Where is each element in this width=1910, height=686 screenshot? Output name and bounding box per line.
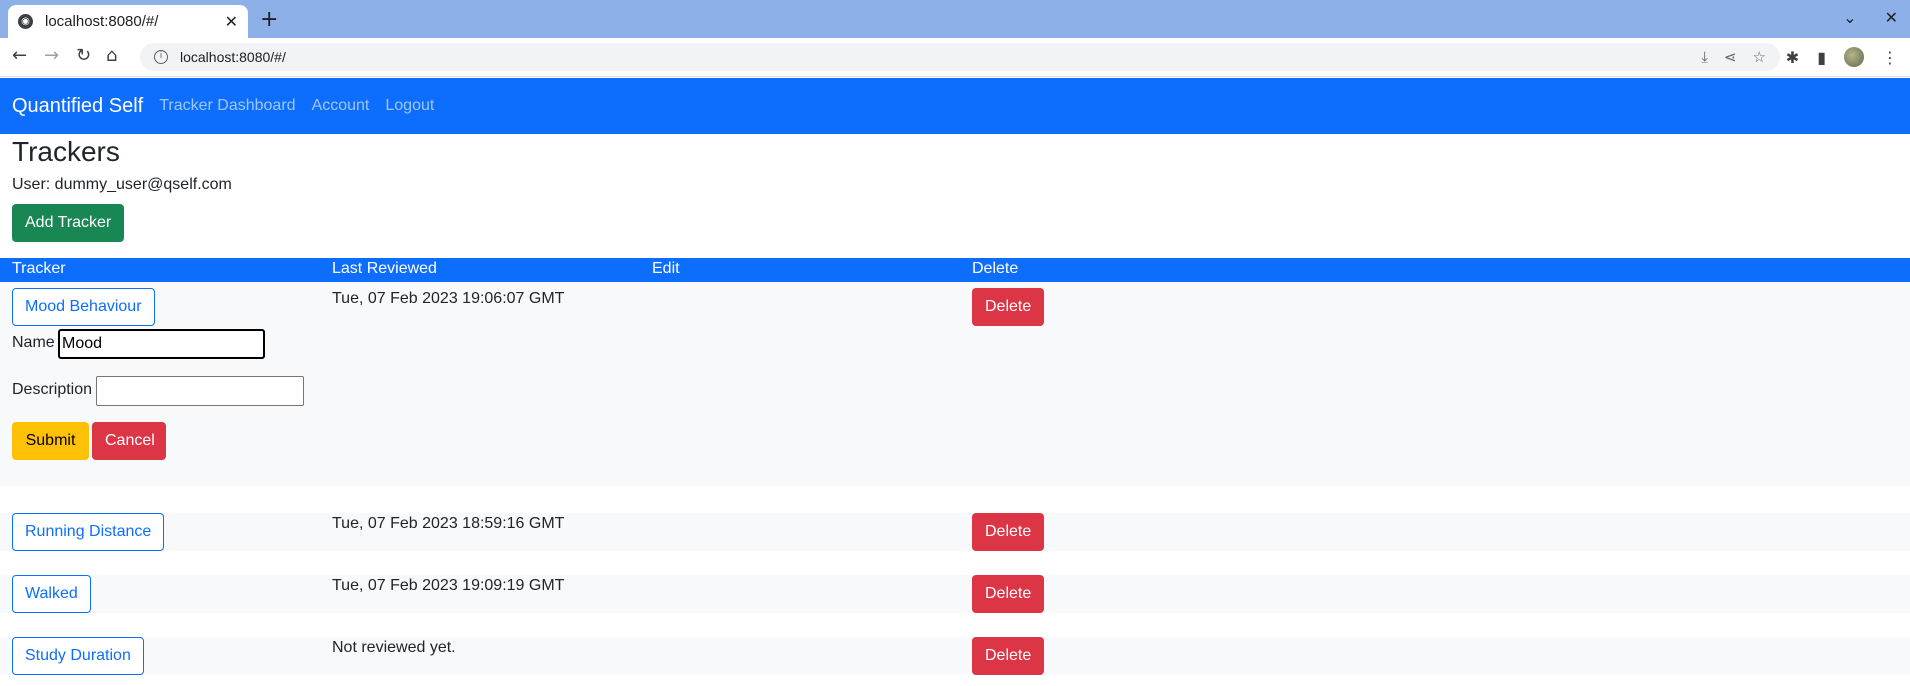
table-row: Walked Tue, 07 Feb 2023 19:09:19 GMT Del… <box>0 575 1910 613</box>
reload-icon[interactable]: ↻ <box>76 45 91 66</box>
globe-icon: ◉ <box>18 14 33 29</box>
last-reviewed-value: Tue, 07 Feb 2023 18:59:16 GMT <box>332 515 565 532</box>
side-panel-icon[interactable]: ▮ <box>1817 48 1826 67</box>
tracker-button-walked[interactable]: Walked <box>12 575 91 613</box>
name-input[interactable] <box>58 329 265 359</box>
tracker-button-mood-behaviour[interactable]: Mood Behaviour <box>12 288 155 326</box>
delete-button[interactable]: Delete <box>972 288 1045 326</box>
description-input[interactable] <box>96 376 304 406</box>
tab-search-icon[interactable]: ⌄ <box>1843 8 1856 27</box>
forward-icon[interactable]: → <box>44 45 59 66</box>
submit-button[interactable]: Submit <box>12 422 89 460</box>
last-reviewed-value: Tue, 07 Feb 2023 19:06:07 GMT <box>332 290 565 307</box>
url-text[interactable]: localhost:8080/#/ <box>180 49 1701 65</box>
last-reviewed-value: Not reviewed yet. <box>332 639 456 656</box>
browser-tab[interactable]: ◉ localhost:8080/#/ ✕ <box>8 5 248 38</box>
table-row: Mood Behaviour Tue, 07 Feb 2023 19:06:07… <box>0 282 1910 486</box>
user-email-line: User: dummy_user@qself.com <box>12 176 232 193</box>
navbar-brand[interactable]: Quantified Self <box>12 95 143 118</box>
back-icon[interactable]: ← <box>12 45 27 66</box>
app-navbar: Quantified Self Tracker Dashboard Accoun… <box>0 78 1910 134</box>
nav-link-logout[interactable]: Logout <box>385 97 434 115</box>
header-delete: Delete <box>972 260 1019 277</box>
page-title: Trackers <box>12 136 120 167</box>
profile-avatar[interactable] <box>1844 47 1864 67</box>
header-tracker: Tracker <box>12 260 66 277</box>
delete-button[interactable]: Delete <box>972 513 1045 551</box>
extensions-icon[interactable]: ✱ <box>1786 48 1799 67</box>
menu-kebab-icon[interactable]: ⋮ <box>1882 48 1898 67</box>
site-info-icon[interactable]: i <box>154 50 168 64</box>
add-tracker-button[interactable]: Add Tracker <box>12 204 125 242</box>
delete-button[interactable]: Delete <box>972 575 1045 613</box>
install-icon[interactable]: ⤓ <box>1701 48 1708 66</box>
window-close-icon[interactable]: ✕ <box>1885 8 1898 27</box>
header-last-reviewed: Last Reviewed <box>332 260 437 277</box>
new-tab-icon[interactable]: + <box>260 7 278 32</box>
cancel-button[interactable]: Cancel <box>92 422 166 460</box>
browser-toolbar: ← → ↻ ⌂ i localhost:8080/#/ ⤓ ⋖ ☆ ✱ ▮ ⋮ <box>0 38 1910 77</box>
delete-button[interactable]: Delete <box>972 637 1045 675</box>
home-icon[interactable]: ⌂ <box>106 45 117 66</box>
browser-tab-strip: ◉ localhost:8080/#/ ✕ + ⌄ ✕ <box>0 0 1910 38</box>
header-edit: Edit <box>652 260 680 277</box>
last-reviewed-value: Tue, 07 Feb 2023 19:09:19 GMT <box>332 577 565 594</box>
close-tab-icon[interactable]: ✕ <box>225 12 238 31</box>
bookmark-star-icon[interactable]: ☆ <box>1753 48 1766 66</box>
address-bar[interactable]: i localhost:8080/#/ ⤓ ⋖ ☆ <box>140 43 1780 71</box>
nav-link-account[interactable]: Account <box>312 97 370 115</box>
table-header: Tracker Last Reviewed Edit Delete <box>0 258 1910 282</box>
table-row: Running Distance Tue, 07 Feb 2023 18:59:… <box>0 513 1910 551</box>
table-row: Study Duration Not reviewed yet. Delete <box>0 637 1910 675</box>
name-label: Name <box>12 334 55 351</box>
description-label: Description <box>12 381 93 398</box>
tracker-button-study-duration[interactable]: Study Duration <box>12 637 144 675</box>
tracker-button-running-distance[interactable]: Running Distance <box>12 513 165 551</box>
tab-title: localhost:8080/#/ <box>45 13 159 30</box>
share-icon[interactable]: ⋖ <box>1724 48 1737 66</box>
nav-link-tracker-dashboard[interactable]: Tracker Dashboard <box>159 97 295 115</box>
